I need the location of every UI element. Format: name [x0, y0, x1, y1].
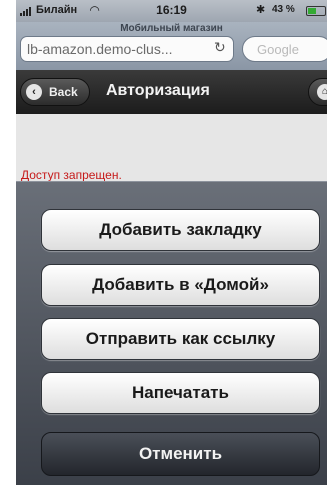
nav-title: Авторизация: [106, 82, 210, 99]
back-button[interactable]: ‹ Back: [20, 78, 90, 106]
status-bar: Билайн ◠ 16:19 ✱ 43 %: [16, 0, 327, 22]
search-field[interactable]: Google: [242, 36, 327, 62]
share-link-button[interactable]: Отправить как ссылку: [41, 318, 320, 360]
print-button[interactable]: Напечатать: [41, 372, 320, 414]
home-button[interactable]: ⌂: [308, 78, 327, 106]
action-sheet: Добавить закладку Добавить в «Домой» Отп…: [16, 181, 327, 485]
cancel-button[interactable]: Отменить: [41, 432, 320, 476]
browser-header: Мобильный магазин lb-amazon.demo-clus...…: [16, 22, 327, 70]
reload-icon[interactable]: ↻: [214, 39, 226, 56]
phone-screen: Билайн ◠ 16:19 ✱ 43 % Мобильный магазин …: [16, 0, 327, 485]
navigation-bar: ‹ Back Авторизация ⌂: [16, 70, 327, 114]
home-icon: ⌂: [317, 84, 327, 100]
address-bar[interactable]: lb-amazon.demo-clus...: [20, 36, 234, 62]
add-to-home-button[interactable]: Добавить в «Домой»: [41, 264, 320, 306]
add-bookmark-button[interactable]: Добавить закладку: [41, 209, 320, 251]
battery-icon: [306, 6, 326, 16]
back-button-label: Back: [49, 85, 78, 99]
page-title: Мобильный магазин: [120, 23, 223, 34]
battery-percent: 43 %: [272, 4, 295, 15]
chevron-left-icon: ‹: [26, 84, 42, 100]
access-denied-message: Доступ запрещен.: [21, 168, 122, 182]
bluetooth-icon: ✱: [256, 4, 266, 16]
